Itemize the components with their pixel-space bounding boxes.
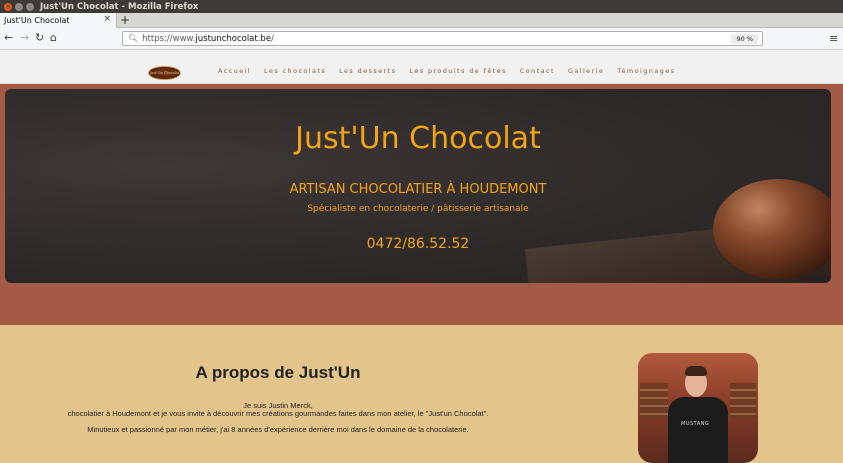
nav-link-chocolats[interactable]: Les chocolats bbox=[264, 67, 326, 75]
site-nav: Accueil Les chocolats Les desserts Les p… bbox=[218, 67, 688, 75]
site-header: Just'Un Chocolat Accueil Les chocolats L… bbox=[0, 50, 843, 84]
portrait-body bbox=[668, 397, 728, 463]
navigation-bar: ← → ↻ ⌂ 🔍︎ https://www.justunchocolat.be… bbox=[0, 28, 843, 50]
nav-link-produits-fetes[interactable]: Les produits de fêtes bbox=[409, 67, 506, 75]
about-experience-line: Minutieux et passionné par mon métier, j… bbox=[87, 425, 469, 434]
window-close-button[interactable]: × bbox=[4, 2, 12, 11]
portrait-shirt-text: MUSTANG bbox=[681, 421, 710, 427]
back-icon[interactable]: ← bbox=[4, 31, 13, 44]
hero-tagline: Spécialiste en chocolaterie / pâtisserie… bbox=[307, 204, 529, 214]
zoom-level-badge[interactable]: 90 % bbox=[731, 34, 758, 44]
about-description-line: chocolatier à Houdemont et je vous invit… bbox=[67, 409, 489, 418]
hero-title: Just'Un Chocolat bbox=[295, 121, 541, 156]
about-section: A propos de Just'Un Je suis Justin Merck… bbox=[0, 325, 843, 463]
url-bar[interactable]: 🔍︎ https://www.justunchocolat.be/ 90 % bbox=[122, 31, 763, 46]
nav-link-accueil[interactable]: Accueil bbox=[218, 67, 251, 75]
url-text[interactable]: https://www.justunchocolat.be/ bbox=[142, 34, 274, 44]
window-minimize-button[interactable] bbox=[15, 2, 23, 11]
close-tab-icon[interactable]: × bbox=[103, 14, 111, 24]
new-tab-button[interactable]: + bbox=[120, 13, 130, 27]
os-titlebar: × Just'Un Chocolat - Mozilla Firefox bbox=[0, 0, 843, 13]
browser-tab[interactable]: Just'Un Chocolat × bbox=[0, 13, 117, 28]
nav-link-contact[interactable]: Contact bbox=[520, 67, 555, 75]
reload-icon[interactable]: ↻ bbox=[35, 31, 44, 44]
portrait-shelf-left bbox=[640, 383, 668, 419]
hero-band: Just'Un Chocolat ARTISAN CHOCOLATIER À H… bbox=[0, 84, 843, 325]
hero-banner: Just'Un Chocolat ARTISAN CHOCOLATIER À H… bbox=[5, 89, 831, 283]
window-maximize-button[interactable] bbox=[26, 2, 34, 11]
nav-link-temoignages[interactable]: Témoignages bbox=[617, 67, 675, 75]
home-icon[interactable]: ⌂ bbox=[50, 31, 57, 44]
tab-strip: Just'Un Chocolat × + bbox=[0, 13, 843, 28]
about-title: A propos de Just'Un bbox=[195, 363, 361, 382]
portrait-hair bbox=[685, 366, 707, 376]
search-icon: 🔍︎ bbox=[128, 34, 139, 43]
nav-link-desserts[interactable]: Les desserts bbox=[339, 67, 396, 75]
forward-icon[interactable]: → bbox=[20, 31, 29, 44]
window-title: Just'Un Chocolat - Mozilla Firefox bbox=[40, 1, 199, 12]
site-logo[interactable]: Just'Un Chocolat bbox=[148, 66, 181, 80]
tab-title: Just'Un Chocolat bbox=[4, 16, 70, 25]
chocolatier-portrait: MUSTANG bbox=[638, 353, 758, 463]
hero-phone[interactable]: 0472/86.52.52 bbox=[5, 236, 831, 252]
portrait-shelf-right bbox=[730, 383, 756, 419]
hamburger-menu-icon[interactable]: ≡ bbox=[829, 32, 838, 45]
hero-subtitle: ARTISAN CHOCOLATIER À HOUDEMONT bbox=[289, 182, 547, 197]
nav-link-gallerie[interactable]: Gallerie bbox=[568, 67, 604, 75]
